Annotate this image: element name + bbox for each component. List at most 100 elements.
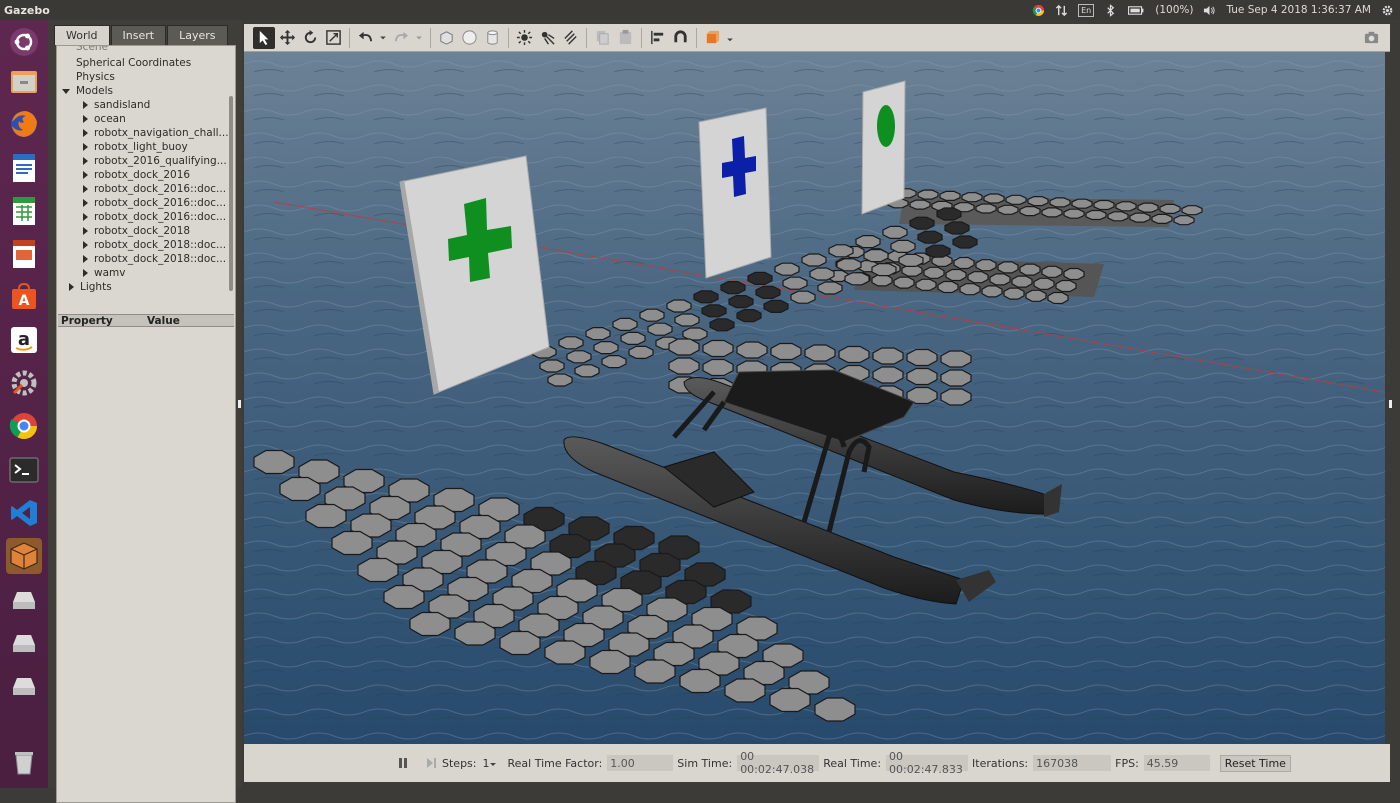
launcher-files[interactable] xyxy=(6,64,42,100)
tree-item-models[interactable]: Models xyxy=(62,84,113,98)
launcher-amazon[interactable]: a xyxy=(6,322,42,358)
launcher-writer[interactable] xyxy=(6,150,42,186)
undo-history-dropdown[interactable] xyxy=(377,27,389,49)
tree-item-model[interactable]: robotx_dock_2016::doc... xyxy=(83,196,226,210)
launcher-vscode[interactable] xyxy=(6,495,42,531)
launcher-drive-3[interactable] xyxy=(6,668,42,704)
expand-right-icon[interactable] xyxy=(83,255,88,263)
tree-item-model[interactable]: sandisland xyxy=(83,98,150,112)
tab-layers[interactable]: Layers xyxy=(167,25,228,45)
tree-item-model[interactable]: robotx_navigation_chall... xyxy=(83,126,229,140)
expand-right-icon[interactable] xyxy=(83,157,88,165)
launcher-drive-1[interactable] xyxy=(6,582,42,618)
expand-right-icon[interactable] xyxy=(83,269,88,277)
change-view-dropdown[interactable] xyxy=(724,27,736,49)
expand-right-icon[interactable] xyxy=(83,143,88,151)
clock[interactable]: Tue Sep 4 2018 1:36:37 AM xyxy=(1226,4,1371,16)
insert-sphere-button[interactable] xyxy=(458,27,480,49)
placard-green-circle[interactable] xyxy=(861,80,906,215)
launcher-impress[interactable] xyxy=(6,236,42,272)
tree-item-model[interactable]: robotx_dock_2018 xyxy=(83,224,190,238)
bluetooth-icon[interactable] xyxy=(1104,3,1117,17)
insert-point-light-button[interactable] xyxy=(513,27,535,49)
placard-blue-cross[interactable] xyxy=(698,107,772,279)
step-button[interactable] xyxy=(424,756,438,770)
tree-item-model[interactable]: robotx_2016_qualifying... xyxy=(83,154,227,168)
launcher-gazebo[interactable] xyxy=(6,538,42,574)
expand-right-icon[interactable] xyxy=(83,199,88,207)
tree-item-model[interactable]: robotx_dock_2016::doc... xyxy=(83,210,226,224)
scale-mode-button[interactable] xyxy=(322,27,344,49)
launcher-software[interactable]: A xyxy=(6,279,42,315)
screenshot-button[interactable] xyxy=(1360,27,1382,49)
launcher-trash[interactable] xyxy=(6,744,42,780)
tree-item-scene[interactable]: Scene xyxy=(76,46,108,54)
network-icon[interactable] xyxy=(1055,4,1068,17)
tree-item-model[interactable]: robotx_dock_2018::doc... xyxy=(83,238,226,252)
redo-button[interactable] xyxy=(390,27,412,49)
tab-world[interactable]: World xyxy=(54,25,110,45)
battery-icon[interactable] xyxy=(1127,4,1145,17)
expand-right-icon[interactable] xyxy=(83,101,88,109)
tab-insert[interactable]: Insert xyxy=(110,25,167,45)
chevron-down-icon xyxy=(727,38,733,42)
chrome-tray-icon[interactable] xyxy=(1032,4,1045,17)
reset-time-button[interactable]: Reset Time xyxy=(1219,754,1291,772)
align-button[interactable] xyxy=(646,27,668,49)
volume-icon[interactable] xyxy=(1203,4,1216,17)
steps-control: Steps: 1 xyxy=(442,757,497,770)
tree-item-model[interactable]: robotx_dock_2016 xyxy=(83,168,190,182)
tree-item-physics[interactable]: Physics xyxy=(76,70,115,84)
expand-right-icon[interactable] xyxy=(83,185,88,193)
keyboard-layout-indicator[interactable]: En xyxy=(1078,3,1095,17)
launcher-dash[interactable] xyxy=(6,24,42,60)
panel-splitter-handle[interactable] xyxy=(238,400,241,408)
3d-scene-viewport[interactable] xyxy=(244,52,1385,744)
insert-box-button[interactable] xyxy=(435,27,457,49)
expand-right-icon[interactable] xyxy=(83,213,88,221)
insert-directional-light-button[interactable] xyxy=(559,27,581,49)
steps-spinbox[interactable]: 1 xyxy=(482,757,489,770)
launcher-terminal[interactable] xyxy=(6,452,42,488)
tree-item-model[interactable]: robotx_light_buoy xyxy=(83,140,188,154)
property-column-header[interactable]: Property xyxy=(58,315,144,327)
pause-button[interactable] xyxy=(396,756,410,770)
tree-scrollbar[interactable] xyxy=(229,96,233,291)
scene-render[interactable] xyxy=(244,52,1385,744)
launcher-drive-2[interactable] xyxy=(6,625,42,661)
tree-item-model[interactable]: robotx_dock_2018::doc... xyxy=(83,252,226,266)
tree-item-model[interactable]: wamv xyxy=(83,266,125,280)
arrow-pointer-icon xyxy=(259,30,268,46)
panel-splitter-handle[interactable] xyxy=(1389,400,1392,408)
launcher-chrome[interactable] xyxy=(6,408,42,444)
redo-history-dropdown[interactable] xyxy=(413,27,425,49)
expand-right-icon[interactable] xyxy=(83,227,88,235)
tree-item-model[interactable]: robotx_dock_2016::doc... xyxy=(83,182,226,196)
translate-mode-button[interactable] xyxy=(276,27,298,49)
insert-cylinder-button[interactable] xyxy=(481,27,503,49)
spinbox-arrow-icon[interactable] xyxy=(489,758,497,768)
rotate-mode-button[interactable] xyxy=(299,27,321,49)
expand-right-icon[interactable] xyxy=(83,129,88,137)
launcher-settings[interactable] xyxy=(6,365,42,401)
tree-item-spherical-coordinates[interactable]: Spherical Coordinates xyxy=(76,56,191,70)
select-mode-button[interactable] xyxy=(253,26,275,49)
paste-icon xyxy=(619,29,631,45)
undo-button[interactable] xyxy=(354,27,376,49)
tree-item-lights[interactable]: Lights xyxy=(69,280,112,294)
paste-button[interactable] xyxy=(614,27,636,49)
expand-right-icon[interactable] xyxy=(83,115,88,123)
expand-right-icon[interactable] xyxy=(69,283,74,291)
copy-button[interactable] xyxy=(591,27,613,49)
value-column-header[interactable]: Value xyxy=(144,315,180,327)
expand-down-icon[interactable] xyxy=(62,88,70,94)
settings-gear-icon[interactable] xyxy=(1381,4,1394,17)
expand-right-icon[interactable] xyxy=(83,241,88,249)
launcher-calc[interactable] xyxy=(6,193,42,229)
snap-button[interactable] xyxy=(669,27,691,49)
change-view-button[interactable] xyxy=(701,27,723,49)
insert-spot-light-button[interactable] xyxy=(536,27,558,49)
tree-item-model[interactable]: ocean xyxy=(83,112,126,126)
launcher-firefox[interactable] xyxy=(6,106,42,142)
expand-right-icon[interactable] xyxy=(83,171,88,179)
